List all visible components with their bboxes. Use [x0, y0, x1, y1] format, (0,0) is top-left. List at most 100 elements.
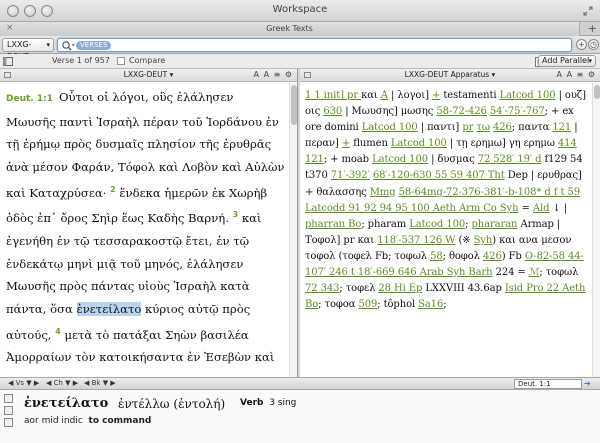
notes-icon[interactable]	[4, 406, 13, 415]
search-input[interactable]: VERSES	[57, 38, 572, 52]
apparatus-witness-link[interactable]: pr	[462, 122, 473, 133]
apparatus-witness-link[interactable]: pr	[347, 90, 361, 101]
apparatus-witness-link[interactable]: 426	[483, 251, 502, 262]
chevron-down-icon: ▾	[588, 57, 592, 65]
new-tab-icon[interactable]: +	[588, 22, 597, 35]
part-of-speech: Verb 3 sing	[240, 398, 296, 408]
apparatus-witness-link[interactable]: Latcod 100	[372, 154, 428, 165]
add-search-button[interactable]: +	[576, 39, 587, 50]
compare-checkbox[interactable]	[117, 57, 125, 65]
verse-reference[interactable]: Deut. 1:1	[6, 94, 53, 104]
verse-nav[interactable]: ◀ Vs ▼ ▶	[8, 378, 39, 389]
verse-number[interactable]: 3	[233, 210, 239, 219]
lexicon-icon[interactable]	[4, 394, 13, 403]
verse-number[interactable]: 2	[110, 185, 116, 194]
search-toolbar: LXXG-DEUT ▾ VERSES + ◷	[0, 36, 600, 61]
apparatus-witness-link[interactable]: 509	[358, 299, 377, 310]
sidebar-toggle-icon[interactable]	[3, 57, 13, 66]
gloss-label: to command	[88, 416, 152, 426]
apparatus-witness-link[interactable]: 1 1 init]	[305, 90, 347, 101]
go-arrow-icon[interactable]: ➔	[584, 378, 591, 389]
window-title: Workspace	[272, 4, 328, 15]
apparatus-text-segment: ; τοφελ	[339, 283, 379, 295]
apparatus-witness-link[interactable]: τω	[476, 122, 490, 133]
search-icon[interactable]	[61, 40, 75, 52]
apparatus-text-segment: |	[427, 154, 438, 166]
apparatus-witness-link[interactable]: 121	[552, 122, 571, 133]
greek-text[interactable]: Deut. 1:1 Οὗτοι οἱ λόγοι, οὓς ἐλάλησεν Μω…	[6, 83, 286, 377]
apparatus-witness-link[interactable]: Syh	[474, 235, 493, 246]
apparatus-witness-link[interactable]: Sa16	[418, 299, 443, 310]
apparatus-text-segment: | παντι]	[417, 122, 463, 134]
apparatus-text-segment: ; παντα	[511, 122, 553, 134]
apparatus-witness-link[interactable]: Mmg	[370, 187, 396, 198]
tab-bar: × Greek Texts +	[0, 22, 600, 36]
apparatus-witness-link[interactable]: 58-72-426	[436, 106, 487, 117]
apparatus-witness-link[interactable]: Latcodd 91 92 94 95 100 Aeth Arm Co Syh	[305, 203, 519, 214]
apparatus-witness-link[interactable]: 630	[323, 106, 342, 117]
apparatus-witness-link[interactable]: 71′-392′	[331, 170, 370, 181]
apparatus-scrollbar[interactable]	[592, 83, 600, 377]
info-panel-icons	[4, 394, 16, 430]
apparatus-text-segment: ;	[443, 299, 447, 311]
apparatus-text-segment: ; + moab	[323, 154, 373, 166]
apparatus-witness-link[interactable]: pharran Bo	[305, 219, 361, 230]
apparatus-witness-link[interactable]: +	[342, 138, 350, 149]
apparatus-witness-link[interactable]: 54′-75′-767	[490, 106, 545, 117]
copy-icon[interactable]	[4, 418, 13, 427]
apparatus-pane-tools[interactable]: A A ≡ ⚙	[557, 69, 596, 81]
apparatus-text-segment: και	[361, 90, 381, 101]
selected-word[interactable]: ἐνετείλατο	[76, 302, 142, 317]
apparatus-witness-link[interactable]: 72 343	[305, 283, 339, 294]
text-line: καὶ Καταχρύσεα·	[6, 185, 107, 200]
lexical-lemma[interactable]: ἐντέλλω (ἐντολή)	[118, 397, 225, 411]
book-nav[interactable]: ◀ Bk ▼ ▶	[84, 378, 116, 389]
apparatus-text-segment: θαλασσης	[316, 186, 370, 198]
apparatus-witness-link[interactable]: 72 528′ 19′ d	[478, 154, 542, 165]
apparatus-witness-link[interactable]: 426	[493, 122, 512, 133]
resource-select[interactable]: LXXG-DEUT ▾	[2, 38, 54, 61]
verse-text: καὶ ἐγενήθη ἐν τῷ τεσσαρακοστῷ ἔτει, ἐν …	[6, 211, 262, 317]
add-parallel-label: Add Parallel	[542, 56, 590, 65]
apparatus-text-segment: ; pharam	[361, 218, 410, 230]
apparatus-witness-link[interactable]: Latcod 100	[391, 138, 447, 149]
apparatus-witness-link[interactable]: phararan	[471, 219, 517, 230]
apparatus-text-segment: | τῃ	[446, 138, 471, 150]
lexical-word: ἐνετείλατο	[24, 396, 109, 411]
apparatus-witness-link[interactable]: ℳ	[529, 267, 540, 278]
search-scope-chip[interactable]: VERSES	[76, 41, 112, 50]
apparatus-text[interactable]: 1 1 init] pr και A | λογοι] + testamenti…	[305, 83, 591, 377]
text-pane-tools[interactable]: A A ≡ ⚙	[254, 69, 293, 81]
apparatus-witness-link[interactable]: Ald	[533, 203, 550, 214]
apparatus-witness-link[interactable]: Latcod 100	[362, 122, 418, 133]
apparatus-witness-link[interactable]: 28 Hi Ep	[378, 283, 422, 294]
chapter-nav[interactable]: ◀ Ch ▼ ▶	[46, 378, 78, 389]
reference-input[interactable]: Deut. 1:1	[514, 379, 582, 389]
tab-greek-texts[interactable]: × Greek Texts	[0, 22, 580, 36]
apparatus-text-segment: | Μωυσης] μωσης	[342, 106, 437, 118]
apparatus-witness-link[interactable]: Latcod 100	[500, 90, 556, 101]
tab-close-icon[interactable]: ×	[6, 22, 14, 35]
text-scroll-thumb[interactable]	[291, 85, 297, 125]
apparatus-text-segment: ερημω] γη ερημω	[470, 138, 558, 150]
apparatus-witness-link[interactable]: A	[381, 90, 388, 101]
history-icon[interactable]: ◷	[588, 39, 599, 50]
fullscreen-icon[interactable]	[583, 6, 593, 16]
apparatus-text-segment: | λογοι]	[387, 90, 433, 101]
apparatus-witness-link[interactable]: 118′-537 126 W	[377, 235, 455, 246]
verse-number[interactable]: 4	[55, 327, 61, 336]
apparatus-scroll-thumb[interactable]	[594, 85, 600, 99]
apparatus-witness-link[interactable]: 58	[430, 251, 443, 262]
apparatus-witness-link[interactable]: Latcod 100	[409, 219, 465, 230]
apparatus-witness-link[interactable]: 68′-120-630 55 59 407 Tht	[373, 170, 505, 181]
apparatus-pane-title[interactable]: LXXG-DEUT Apparatus ▾	[300, 69, 600, 81]
apparatus-text-segment: =	[518, 202, 533, 214]
text-scrollbar[interactable]	[289, 83, 297, 377]
text-pane-title[interactable]: LXXG-DEUT ▾	[0, 69, 297, 81]
add-parallel-button[interactable]: Add Parallel ▾	[538, 55, 596, 67]
text-pane-title-label: LXXG-DEUT	[123, 70, 168, 79]
status-row: Verse 1 of 957 Compare Add Parallel ▾	[0, 54, 600, 69]
apparatus-witness-link[interactable]: 58-64mg-72-376-381′-b-108* d f t 59	[399, 187, 580, 198]
verse-counter: Verse 1 of 957	[52, 56, 110, 65]
text-pane-header: LXXG-DEUT ▾ A A ≡ ⚙	[0, 69, 297, 82]
